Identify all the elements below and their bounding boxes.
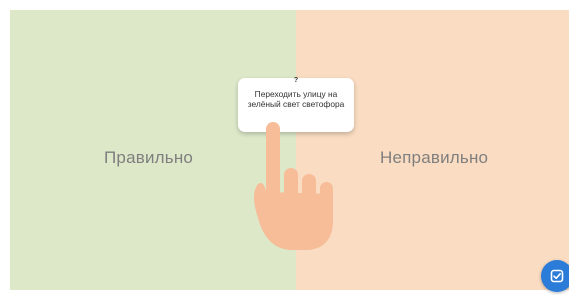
card-text: Переходить улицу на зелёный свет светофо… — [247, 89, 345, 109]
pointing-hand-icon — [250, 122, 350, 257]
check-button[interactable] — [541, 260, 569, 292]
check-icon — [550, 269, 564, 283]
zone-incorrect-label: Неправильно — [380, 148, 489, 167]
zone-correct-label: Правильно — [104, 148, 194, 167]
game-board: Правильно Неправильно ? Переходить улицу… — [10, 10, 569, 290]
card-question-mark: ? — [293, 77, 299, 84]
